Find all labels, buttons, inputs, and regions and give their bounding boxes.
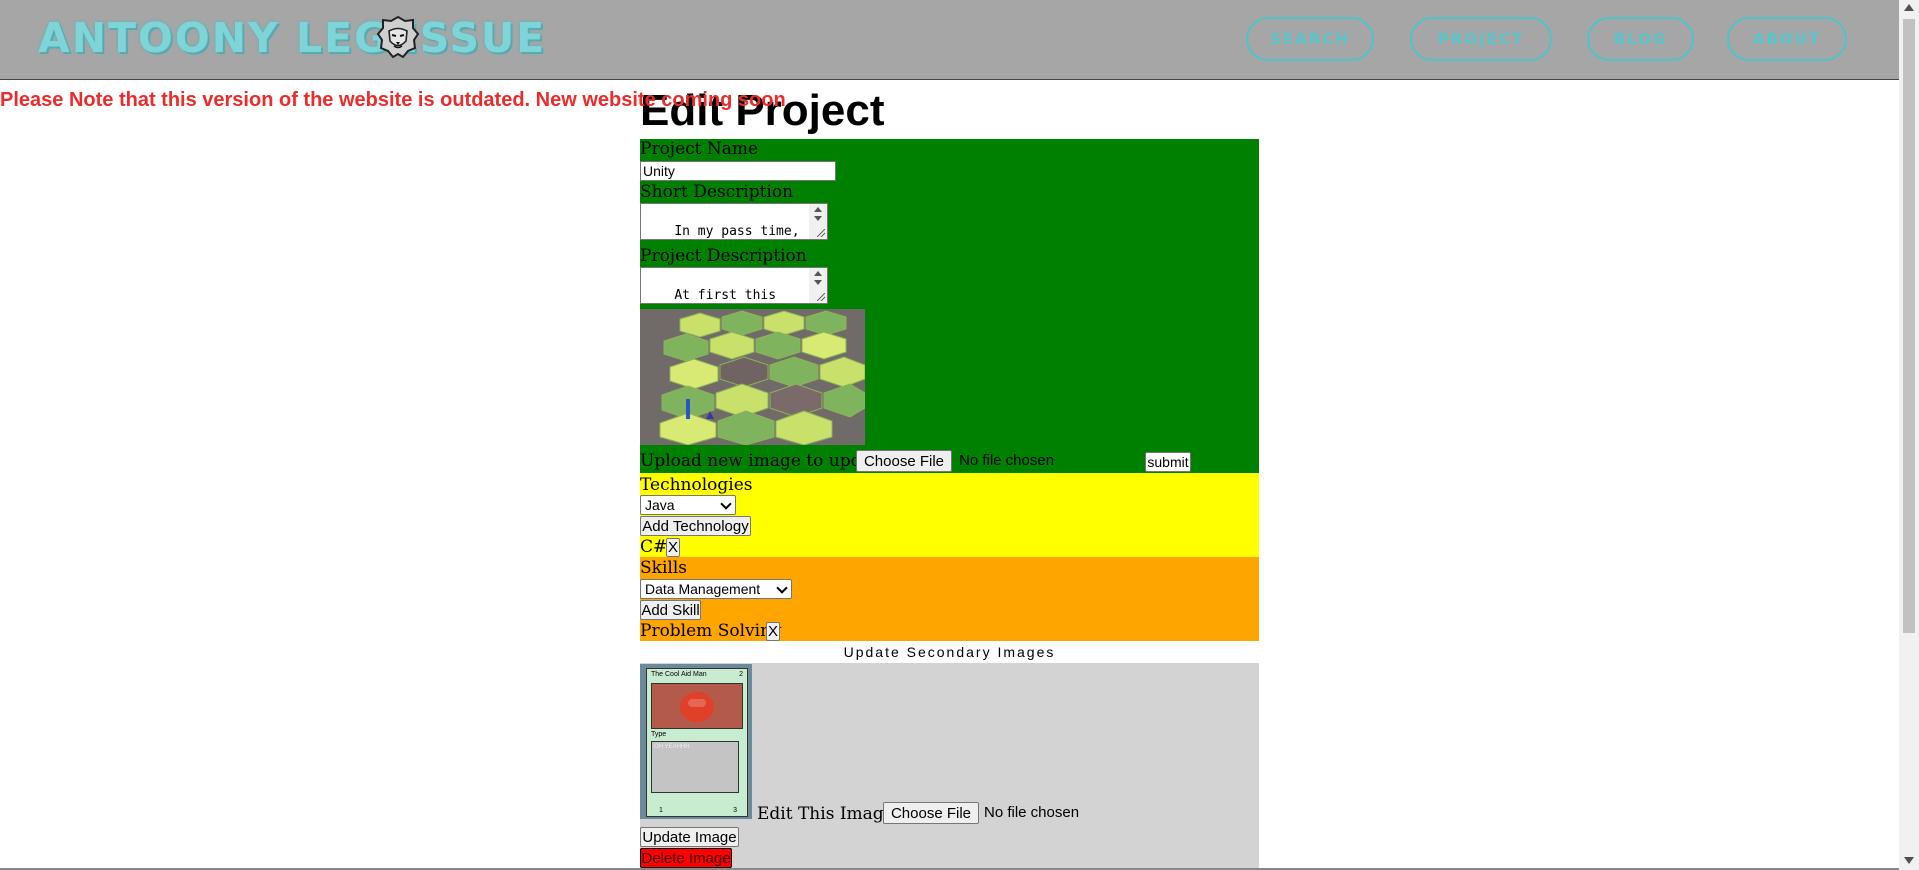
delete-image-button[interactable]: Delete Image [640, 848, 732, 868]
technologies-section: Technologies Java Add Technology C# X [640, 473, 1259, 557]
card-defense: 3 [733, 807, 737, 814]
nav-search-button[interactable]: SEARCH [1246, 17, 1374, 61]
chevron-down-icon [776, 582, 788, 594]
skill-item-name: Problem Solving [640, 621, 782, 641]
project-description-text: At first this started as a card [674, 288, 777, 303]
scrollbar-thumb[interactable] [1903, 19, 1915, 633]
short-description-textarea[interactable]: In my pass time, I've spent some time [640, 203, 828, 240]
card-attack: 1 [659, 807, 663, 814]
add-skill-button[interactable]: Add Skill [640, 600, 701, 620]
resize-grip-icon[interactable] [817, 293, 825, 301]
nav-blog-button[interactable]: BLOG [1587, 17, 1694, 61]
no-file-chosen-text: No file chosen [984, 804, 1080, 821]
skills-section: Skills Data Management Add Skill Problem… [640, 557, 1259, 641]
skill-select[interactable]: Data Management [640, 579, 792, 599]
add-technology-button[interactable]: Add Technology [640, 516, 751, 536]
no-file-chosen-text: No file chosen [959, 452, 1055, 469]
secondary-images-section: The Cool Aid Man 2 Type OH YEAHHH 1 3 Ed… [640, 663, 1259, 870]
remove-technology-button[interactable]: X [666, 538, 680, 557]
project-main-image [640, 309, 865, 445]
secondary-card-image: The Cool Aid Man 2 Type OH YEAHHH 1 3 [640, 664, 752, 819]
choose-file-button[interactable]: Choose File [856, 450, 952, 472]
card-text-box: OH YEAHHH [651, 741, 739, 793]
project-description-label: Project Description [640, 246, 807, 266]
lion-head-icon[interactable] [375, 14, 421, 60]
skills-label: Skills [640, 558, 687, 578]
technology-select[interactable]: Java [640, 495, 736, 515]
nav-about-button[interactable]: ABOUT [1727, 17, 1847, 61]
site-header: ANTOONY LEGESSUE SEARCH PROJECT BLOG ABO… [0, 0, 1899, 80]
card-text: OH YEAHHH [654, 744, 690, 750]
chevron-down-icon [720, 498, 732, 510]
card-artwork [651, 683, 743, 729]
outdated-notice: Please Note that this version of the web… [0, 89, 786, 111]
update-image-button[interactable]: Update Image [640, 827, 739, 847]
short-description-text: In my pass time, I've spent some time [674, 224, 800, 239]
choose-file-button[interactable]: Choose File [883, 802, 979, 824]
remove-skill-button[interactable]: X [766, 622, 780, 641]
scroll-down-arrow-icon[interactable] [1904, 857, 1914, 864]
project-name-input[interactable]: Unity [640, 161, 836, 181]
site-logo-text[interactable]: ANTOONY LEGESSUE [38, 14, 546, 62]
submit-button[interactable]: submit [1145, 452, 1191, 472]
card-cost: 2 [739, 671, 743, 678]
technology-select-value: Java [645, 497, 675, 513]
secondary-images-title: Update Secondary Images [843, 644, 1056, 660]
short-description-label: Short Description [640, 182, 794, 202]
resize-grip-icon[interactable] [817, 229, 825, 237]
skill-select-value: Data Management [645, 581, 761, 597]
page-scrollbar[interactable] [1899, 0, 1919, 870]
project-description-textarea[interactable]: At first this started as a card [640, 267, 828, 304]
card-type: Type [651, 731, 667, 738]
technology-item-name: C# [640, 537, 668, 557]
scroll-up-arrow-icon[interactable] [1904, 4, 1914, 11]
technologies-label: Technologies [640, 475, 753, 495]
nav-project-button[interactable]: PROJECT [1410, 17, 1552, 61]
card-name: The Cool Aid Man [651, 671, 707, 678]
edit-image-label: Edit This Image: [757, 804, 900, 824]
project-details-section: Project Name Unity Short Description In … [640, 139, 1259, 473]
project-name-label: Project Name [640, 139, 759, 159]
